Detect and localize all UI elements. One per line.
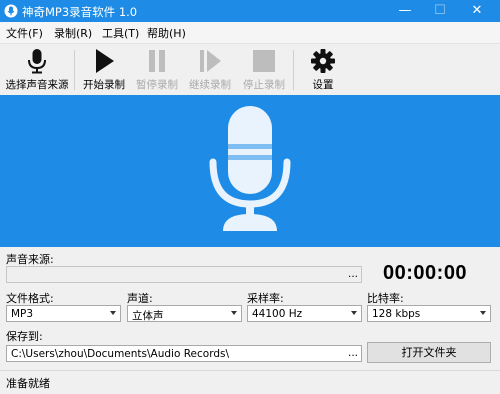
saveto-label: 保存到: <box>6 330 43 343</box>
pause-icon <box>149 50 165 72</box>
samplerate-label: 采样率: <box>247 292 284 305</box>
minimize-button[interactable]: — <box>390 0 420 22</box>
chevron-down-icon <box>351 311 357 315</box>
saveto-value: C:\Users\zhou\Documents\Audio Records\ <box>11 348 230 360</box>
close-button[interactable]: ✕ <box>462 0 492 22</box>
format-label: 文件格式: <box>6 292 54 305</box>
saveto-browse-button[interactable]: ... <box>348 347 358 359</box>
menu-help[interactable]: 帮助(H) <box>147 25 186 41</box>
source-browse-button[interactable]: ... <box>348 268 358 280</box>
channel-value: 立体声 <box>132 310 164 322</box>
app-icon <box>4 4 18 18</box>
maximize-button[interactable]: ☐ <box>425 0 455 22</box>
play-icon <box>96 49 114 73</box>
menu-tools[interactable]: 工具(T) <box>102 25 139 41</box>
chevron-down-icon <box>480 311 486 315</box>
menu-file[interactable]: 文件(F) <box>6 25 43 41</box>
samplerate-select[interactable]: 44100 Hz <box>247 305 362 322</box>
stop-icon <box>253 50 275 72</box>
select-source-label: 选择声音来源 <box>5 79 69 91</box>
window-title: 神奇MP3录音软件 1.0 <box>22 5 138 19</box>
bitrate-label: 比特率: <box>367 292 404 305</box>
channel-label: 声道: <box>127 292 153 305</box>
source-label: 声音来源: <box>6 253 54 266</box>
microphone-icon <box>28 49 46 74</box>
start-record-label: 开始录制 <box>83 79 125 91</box>
microphone-graphic <box>209 106 291 231</box>
pause-record-label: 暂停录制 <box>136 79 178 91</box>
select-source-button[interactable]: 选择声音来源 <box>2 46 72 94</box>
bitrate-select[interactable]: 128 kbps <box>367 305 491 322</box>
pause-record-button[interactable]: 暂停录制 <box>131 46 183 94</box>
chevron-down-icon <box>110 311 116 315</box>
source-field[interactable]: ... <box>6 266 362 283</box>
settings-label: 设置 <box>312 79 334 91</box>
format-value: MP3 <box>11 308 34 320</box>
toolbar-separator <box>74 50 75 90</box>
resume-record-button[interactable]: 继续录制 <box>184 46 236 94</box>
samplerate-value: 44100 Hz <box>252 308 303 320</box>
menu-record[interactable]: 录制(R) <box>54 25 92 41</box>
resume-icon <box>200 50 221 72</box>
saveto-field[interactable]: C:\Users\zhou\Documents\Audio Records\ .… <box>6 345 362 362</box>
stop-record-button[interactable]: 停止录制 <box>238 46 290 94</box>
stop-record-label: 停止录制 <box>243 79 285 91</box>
chevron-down-icon <box>231 311 237 315</box>
open-folder-button[interactable]: 打开文件夹 <box>367 342 491 363</box>
status-bar <box>0 370 500 394</box>
format-select[interactable]: MP3 <box>6 305 121 322</box>
settings-button[interactable]: 设置 <box>300 46 346 94</box>
toolbar-separator <box>293 50 294 90</box>
resume-record-label: 继续录制 <box>189 79 231 91</box>
bitrate-value: 128 kbps <box>372 308 421 320</box>
channel-select[interactable]: 立体声 <box>127 305 242 322</box>
start-record-button[interactable]: 开始录制 <box>78 46 130 94</box>
record-timer: 00:00:00 <box>383 262 468 284</box>
status-text: 准备就绪 <box>6 377 50 390</box>
gear-icon <box>311 49 335 73</box>
